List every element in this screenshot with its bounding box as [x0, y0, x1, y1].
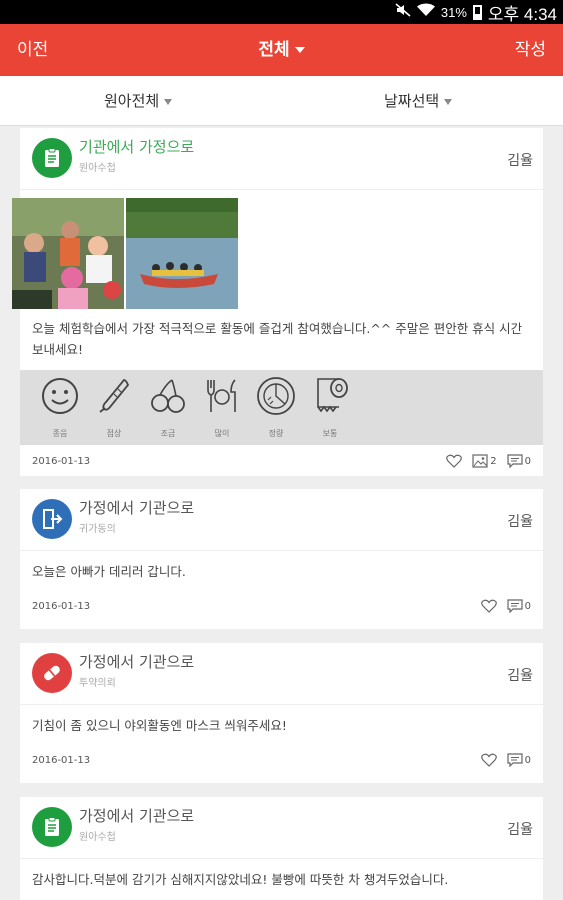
- toilet-paper-icon: [317, 378, 348, 413]
- comment-count: 0: [524, 754, 531, 766]
- post-card[interactable]: 기관에서 가정으로 원아수첩 김율 오늘 체험학습에서 가장 적극적으로 활동에…: [12, 128, 543, 476]
- status-toilet: 보통: [308, 376, 352, 438]
- header-title: 전체: [258, 40, 290, 60]
- post-subtitle: 귀가동의: [79, 524, 116, 535]
- post-card[interactable]: 가정에서 기관으로 원아수첩 김율 감사합니다.덕분에 감기가 심해지지않았네요…: [20, 797, 543, 900]
- photo-gallery: [12, 198, 238, 309]
- child-filter-label: 원아전체: [104, 92, 160, 110]
- post-card[interactable]: 가정에서 기관으로 귀가동의 김율 오늘은 아빠가 데리러 갑니다. 2016-…: [20, 489, 543, 629]
- image-icon: [472, 454, 488, 468]
- chevron-down-icon: [444, 98, 453, 105]
- like-button[interactable]: [446, 454, 463, 468]
- post-card[interactable]: 가정에서 기관으로 투약의뢰 김율 기침이 좀 있으니 야외활동엔 마스크 씌워…: [20, 643, 543, 783]
- heart-icon: [446, 454, 463, 468]
- header-title-dropdown[interactable]: 전체: [0, 24, 563, 76]
- photo-count-button[interactable]: 2: [472, 454, 497, 468]
- utensils-icon: [207, 379, 236, 412]
- cherry-icon: [151, 379, 185, 413]
- write-button[interactable]: 작성: [515, 24, 546, 76]
- post-message: 오늘은 아빠가 데리러 갑니다.: [32, 564, 186, 579]
- child-filter-dropdown[interactable]: 원아전체: [104, 76, 173, 126]
- daily-status-row: 종음 점상 조금 많이 정량 보통: [20, 370, 543, 445]
- pill-icon: [32, 653, 72, 693]
- comment-button[interactable]: 0: [507, 454, 531, 468]
- status-label: 보통: [322, 429, 338, 438]
- status-bar: 31% 오후 4:34: [0, 0, 563, 24]
- post-author: 김율: [507, 153, 533, 169]
- post-footer: 2016-01-13 2 0: [20, 444, 543, 476]
- status-label: 점상: [106, 429, 122, 438]
- post-subtitle: 원아수첩: [79, 163, 116, 174]
- post-footer: 2016-01-13 0: [20, 589, 543, 629]
- post-message: 감사합니다.덕분에 감기가 심해지지않았네요! 불빵에 따뜻한 차 챙겨두었습니…: [32, 872, 449, 887]
- like-button[interactable]: [480, 599, 497, 613]
- comment-button[interactable]: 0: [507, 599, 531, 613]
- post-subtitle: 투약의뢰: [79, 678, 116, 689]
- comment-count: 0: [524, 600, 531, 612]
- back-button[interactable]: 이전: [17, 24, 48, 76]
- clipboard-icon: [32, 807, 72, 847]
- chevron-down-icon: [294, 47, 305, 53]
- battery-percent: 31%: [440, 4, 467, 20]
- post-date: 2016-01-13: [32, 601, 91, 612]
- post-header: 가정에서 기관으로 투약의뢰 김율: [20, 643, 543, 705]
- heart-icon: [480, 753, 497, 767]
- status-label: 종음: [52, 429, 68, 438]
- exit-door-icon: [32, 499, 72, 539]
- post-footer: 2016-01-13 0: [20, 743, 543, 783]
- status-mood: 종음: [38, 376, 82, 438]
- comment-icon: [507, 753, 523, 767]
- comment-count: 0: [524, 455, 531, 467]
- post-title: 기관에서 가정으로: [79, 138, 195, 156]
- status-health: 점상: [92, 376, 136, 438]
- smiley-icon: [42, 378, 78, 414]
- post-title: 가정에서 기관으로: [79, 807, 195, 825]
- thermometer-icon: [99, 379, 130, 413]
- clipboard-icon: [32, 138, 72, 178]
- wifi-icon: [416, 3, 435, 21]
- post-header: 가정에서 기관으로 원아수첩 김율: [20, 797, 543, 859]
- app-header: 전체 이전 작성: [0, 24, 563, 76]
- battery-icon: [472, 4, 482, 20]
- status-label: 많이: [214, 429, 230, 438]
- post-header: 기관에서 가정으로 원아수첩 김율: [20, 128, 543, 190]
- post-message: 오늘 체험학습에서 가장 적극적으로 활동에 즐겁게 참여했습니다.^^ 주말은…: [32, 321, 523, 357]
- date-filter-dropdown[interactable]: 날짜선택: [384, 76, 453, 126]
- post-title: 가정에서 기관으로: [79, 653, 195, 671]
- like-button[interactable]: [480, 753, 497, 767]
- post-header: 가정에서 기관으로 귀가동의 김율: [20, 489, 543, 551]
- post-photo[interactable]: [126, 198, 238, 309]
- post-author: 김율: [507, 514, 533, 530]
- status-amount: 정량: [254, 376, 298, 438]
- post-message: 기침이 좀 있으니 야외활동엔 마스크 씌워주세요!: [32, 718, 287, 733]
- filter-bar: 원아전체 날짜선택: [0, 76, 563, 126]
- status-meal: 많이: [200, 376, 244, 438]
- post-date: 2016-01-13: [32, 456, 91, 467]
- status-label: 정량: [268, 429, 284, 438]
- post-author: 김율: [507, 822, 533, 838]
- plate-icon: [257, 377, 295, 415]
- status-label: 조금: [160, 429, 176, 438]
- chevron-down-icon: [164, 98, 173, 105]
- post-photo[interactable]: [12, 198, 124, 309]
- status-snack: 조금: [146, 376, 190, 438]
- heart-icon: [480, 599, 497, 613]
- clock: 오후 4:34: [487, 4, 557, 24]
- date-filter-label: 날짜선택: [384, 92, 440, 110]
- post-date: 2016-01-13: [32, 755, 91, 766]
- post-subtitle: 원아수첩: [79, 832, 116, 843]
- comment-icon: [507, 454, 523, 468]
- comment-icon: [507, 599, 523, 613]
- post-author: 김율: [507, 668, 533, 684]
- post-title: 가정에서 기관으로: [79, 499, 195, 517]
- comment-button[interactable]: 0: [507, 753, 531, 767]
- photo-count: 2: [490, 455, 497, 467]
- mute-icon: [395, 3, 411, 21]
